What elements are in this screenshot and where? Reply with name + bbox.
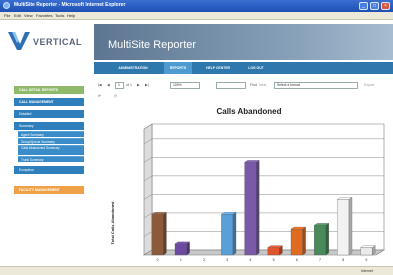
chart-bar bbox=[313, 223, 330, 256]
menu-help[interactable]: Help bbox=[67, 13, 75, 18]
last-page-icon[interactable]: ▶| bbox=[145, 83, 149, 87]
chart-bar-side bbox=[348, 197, 353, 256]
chart-x-tick-label: 2 bbox=[203, 258, 205, 262]
sidebar-subitem-group-queue-summary[interactable]: Group/Queue Summary bbox=[18, 138, 84, 144]
menu-file[interactable]: File bbox=[4, 13, 10, 18]
prev-page-icon[interactable]: ◀ bbox=[107, 83, 110, 87]
chart-x-tick-label: 5 bbox=[273, 258, 275, 262]
chart-bar-front bbox=[174, 243, 187, 256]
chart-bar-side bbox=[302, 226, 306, 256]
chart-x-tick-label: 3 bbox=[226, 258, 228, 262]
sidebar-item-call-management[interactable]: CALL MANAGEMENT bbox=[14, 98, 84, 106]
chart-bar-side bbox=[232, 211, 237, 256]
find-link[interactable]: Find bbox=[250, 83, 257, 87]
menu-favorites[interactable]: Favorites bbox=[36, 13, 52, 18]
brand-name: VERTICAL bbox=[33, 37, 82, 47]
chart-x-tick-label: 4 bbox=[249, 258, 251, 262]
security-zone: Internet bbox=[360, 269, 373, 273]
menu-tools[interactable]: Tools bbox=[55, 13, 64, 18]
chart-title: Calls Abandoned bbox=[216, 107, 281, 116]
next-page-icon[interactable]: ▶ bbox=[137, 83, 140, 87]
chart-bar-front bbox=[360, 247, 373, 256]
chart-bar bbox=[360, 245, 376, 256]
chart-x-tick-label: 6 bbox=[296, 258, 298, 262]
chart-bar bbox=[267, 245, 283, 256]
sidebar-item-facility-management[interactable]: FACILITY MANAGEMENT bbox=[14, 186, 84, 194]
sidebar-item-call-detail-reports[interactable]: CALL DETAIL REPORTS bbox=[14, 86, 84, 94]
sidebar: CALL DETAIL REPORTS CALL MANAGEMENT Deta… bbox=[14, 86, 84, 211]
chart-bar-side bbox=[186, 241, 190, 256]
chart-x-tick-label: 0 bbox=[157, 258, 159, 262]
export-link[interactable]: Export bbox=[364, 83, 374, 87]
export-format-select[interactable]: Select a format bbox=[274, 82, 358, 89]
chart-bar bbox=[174, 241, 191, 256]
app-header: VERTICAL MultiSite Reporter bbox=[0, 20, 393, 60]
vertical-logo: VERTICAL bbox=[6, 28, 96, 54]
menu-bar: File Edit View Favorites Tools Help bbox=[0, 12, 393, 20]
chart-bar-front bbox=[314, 225, 326, 256]
chart-bar bbox=[336, 197, 353, 256]
internet-explorer-icon bbox=[3, 2, 10, 9]
zoom-select[interactable]: 100% bbox=[170, 82, 200, 89]
sidebar-item-exception[interactable]: Exception bbox=[14, 166, 84, 174]
chart-side-wall bbox=[143, 123, 153, 256]
page-number-input[interactable]: 1 bbox=[115, 82, 124, 89]
vertical-logo-icon bbox=[8, 32, 30, 50]
chart-bar bbox=[220, 211, 237, 256]
chart-bar-side bbox=[163, 211, 167, 256]
chart-bar-front bbox=[290, 228, 303, 256]
tab-log-out[interactable]: LOG OUT bbox=[244, 62, 268, 74]
report-area: Calls Abandoned Total Calls Abandoned 0 1… bbox=[94, 103, 393, 266]
sidebar-item-detailed[interactable]: Detailed bbox=[14, 110, 84, 118]
sidebar-item-summary[interactable]: Summary bbox=[14, 122, 84, 130]
next-link[interactable]: Next bbox=[259, 83, 266, 87]
main-nav: ADMINISTRATION REPORTS HELP CENTER LOG O… bbox=[94, 62, 393, 74]
product-banner: MultiSite Reporter bbox=[94, 24, 393, 60]
page-count: of 1 bbox=[126, 83, 132, 87]
chart-x-tick-label: 7 bbox=[319, 258, 321, 262]
maximize-button[interactable]: □ bbox=[370, 2, 379, 10]
chart-bar-side bbox=[256, 160, 260, 256]
chart-bar-front bbox=[221, 214, 234, 256]
chart-bar bbox=[244, 160, 260, 256]
chart-bar-side bbox=[325, 223, 329, 256]
chart-bar bbox=[151, 211, 167, 256]
product-name: MultiSite Reporter bbox=[108, 39, 197, 51]
chart-x-tick-label: 8 bbox=[342, 258, 344, 262]
print-icon[interactable]: ⎙ bbox=[114, 94, 117, 98]
calls-abandoned-chart: Calls Abandoned Total Calls Abandoned 0 1… bbox=[110, 107, 386, 262]
report-toolbar-secondary: ⟳ ⎙ bbox=[94, 93, 393, 101]
chart-x-tick-label: 1 bbox=[180, 258, 182, 262]
chart-bar bbox=[290, 226, 307, 256]
chart-bar-front bbox=[267, 247, 280, 256]
chart-x-ticks: 0 1 2 3 4 5 6 7 8 9 bbox=[157, 258, 368, 262]
report-toolbar: |◀ ◀ 1 of 1 ▶ ▶| 100% Find Next Select a… bbox=[94, 80, 393, 92]
sidebar-subitem-agent-summary[interactable]: Agent Summary bbox=[18, 131, 84, 137]
first-page-icon[interactable]: |◀ bbox=[98, 83, 102, 87]
window-title: MultiSite Reporter - Microsoft Internet … bbox=[14, 2, 126, 8]
sidebar-subitem-trunk-summary[interactable]: Trunk Summary bbox=[18, 156, 84, 162]
sidebar-subitem-calls-abandoned-summary[interactable]: Calls Abandoned Summary bbox=[18, 145, 84, 155]
window-titlebar: MultiSite Reporter - Microsoft Internet … bbox=[0, 0, 393, 12]
chart-y-axis-label: Total Calls Abandoned bbox=[110, 201, 115, 244]
close-button[interactable]: × bbox=[381, 2, 390, 10]
tab-reports[interactable]: REPORTS bbox=[164, 62, 192, 74]
chart-x-tick-label: 9 bbox=[365, 258, 367, 262]
tab-administration[interactable]: ADMINISTRATION bbox=[112, 62, 154, 74]
tab-help-center[interactable]: HELP CENTER bbox=[202, 62, 234, 74]
menu-edit[interactable]: Edit bbox=[14, 13, 21, 18]
chart-bar-front bbox=[244, 162, 257, 256]
menu-view[interactable]: View bbox=[24, 13, 33, 18]
chart-bar-front bbox=[151, 214, 164, 256]
status-bar: Internet bbox=[0, 266, 393, 275]
refresh-icon[interactable]: ⟳ bbox=[98, 94, 101, 98]
find-input[interactable] bbox=[216, 82, 246, 89]
minimize-button[interactable]: _ bbox=[359, 2, 368, 10]
chart-bar-front bbox=[337, 199, 350, 256]
